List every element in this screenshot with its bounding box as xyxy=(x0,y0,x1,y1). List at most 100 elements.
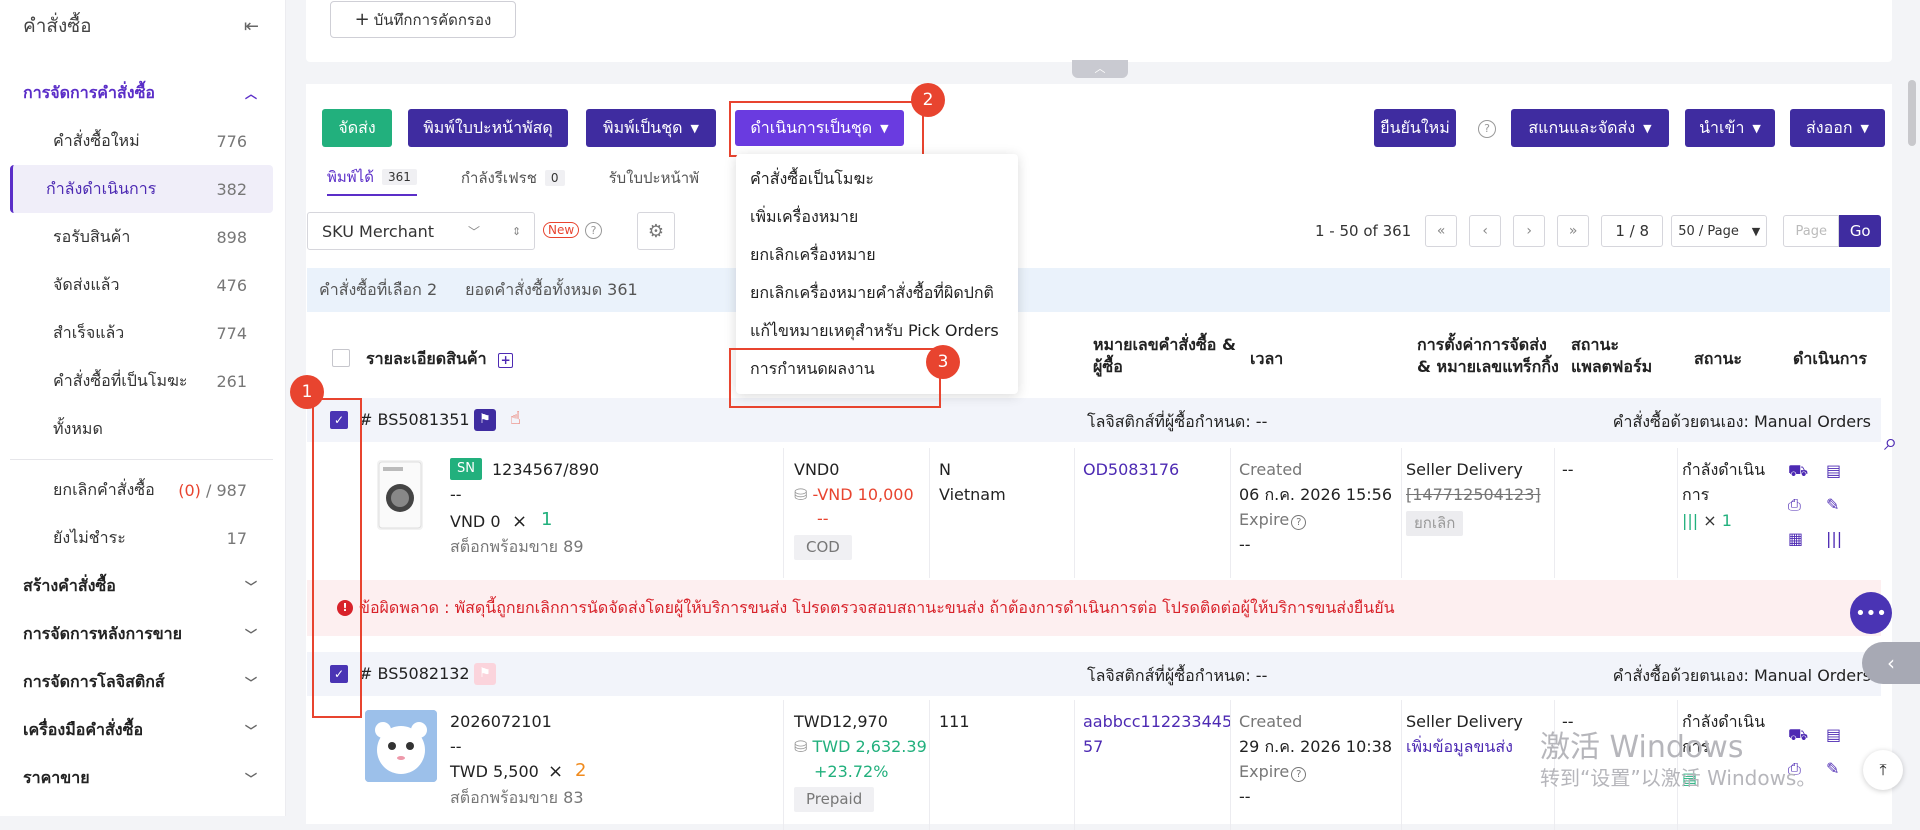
tab-refreshing[interactable]: กำลังรีเฟรช 0 xyxy=(461,160,565,196)
add-logistics-link[interactable]: เพิ่มข้อมูลขนส่ง xyxy=(1406,734,1513,759)
new-badge: New xyxy=(543,222,580,238)
reconfirm-button[interactable]: ยืนยันใหม่ xyxy=(1374,109,1456,147)
hand-icon[interactable]: ☝ xyxy=(510,408,521,429)
sku-merchant-select[interactable]: SKU Merchant ﹀ ⇕ xyxy=(307,212,535,250)
edit-document-icon[interactable]: ✎ xyxy=(1826,756,1839,781)
buyer-logistics: โลจิสติกส์ที่ผู้ซื้อกำหนด: -- xyxy=(1087,412,1268,431)
col-product: รายละเอียดสินค้า + xyxy=(366,348,514,370)
save-filter-button[interactable]: + บันทึกการคัดกรอง xyxy=(330,1,516,38)
sidebar-section-order-tools[interactable]: เครื่องมือคำสั่งซื้อ ﹀ xyxy=(0,706,285,754)
document-icon[interactable]: ▤ xyxy=(1826,722,1841,747)
chevron-down-icon: ﹀ xyxy=(244,771,257,786)
print-batch-button[interactable]: พิมพ์เป็นชุด ▼ xyxy=(586,109,716,147)
status-tabs: พิมพ์ได้ 361 กำลังรีเฟรช 0 รับใบปะหน้าพั xyxy=(327,160,743,196)
sidebar-item-unpaid[interactable]: ยังไม่ชำระ 17 xyxy=(10,514,273,562)
help-icon[interactable]: ? xyxy=(1291,767,1307,782)
edit-document-icon[interactable]: ✎ xyxy=(1826,492,1839,517)
gear-icon[interactable]: ⚙ xyxy=(637,212,675,250)
per-page-select[interactable]: 50 / Page ▼ xyxy=(1671,215,1768,247)
export-button[interactable]: ส่งออก ▼ xyxy=(1790,109,1885,147)
truck-icon[interactable]: ⛟ xyxy=(1788,458,1808,483)
tracking-number: [147712504123] xyxy=(1406,485,1541,504)
chevron-down-icon: ▼ xyxy=(1752,121,1761,135)
step-marker-2: 2 xyxy=(911,83,945,117)
help-icon[interactable]: ? xyxy=(1291,515,1307,530)
sidebar-section-create-order[interactable]: สร้างคำสั่งซื้อ ﹀ xyxy=(0,562,285,610)
printer-icon[interactable]: ⎙ xyxy=(1788,492,1801,517)
collapse-filter-tab[interactable]: ︿ xyxy=(1072,60,1128,78)
page-input[interactable]: Page xyxy=(1783,215,1840,247)
carrier: Seller Delivery xyxy=(1406,460,1523,479)
sidebar-item-processing[interactable]: กำลังดำเนินการ 382 xyxy=(10,165,273,213)
help-icon[interactable]: ? xyxy=(1478,120,1496,138)
sidebar-item-cancel-orders[interactable]: ยกเลิกคำสั่งซื้อ (0) / 987 xyxy=(10,466,273,514)
total-count: ยอดคำสั่งซื้อทั้งหมด 361 xyxy=(465,279,638,299)
import-button[interactable]: นำเข้า ▼ xyxy=(1685,109,1775,147)
sidebar-section-after-sales[interactable]: การจัดการหลังการขาย ﹀ xyxy=(0,610,285,658)
payment-badge: COD xyxy=(794,535,852,560)
chevron-down-icon: ▼ xyxy=(1643,121,1652,135)
menu-item-remove-abnormal-mark[interactable]: ยกเลิกเครื่องหมายคำสั่งซื้อที่ผิดปกติ xyxy=(736,274,1018,312)
flag-icon[interactable]: ⚑ xyxy=(474,409,496,431)
next-page-icon[interactable]: › xyxy=(1513,215,1546,247)
quantity: 1 xyxy=(541,509,553,530)
prev-page-icon[interactable]: ‹ xyxy=(1469,215,1502,247)
sidebar-item-completed[interactable]: สำเร็จแล้ว 774 xyxy=(10,309,273,357)
col-ship-setting: การตั้งค่าการจัดส่ง & หมายเลขแทร็กกิ้ง xyxy=(1417,335,1559,376)
sidebar-item-void[interactable]: คำสั่งซื้อที่เป็นโมฆะ 261 xyxy=(10,357,273,405)
chevron-left-icon[interactable]: ‹ xyxy=(1862,642,1920,684)
quantity: 2 xyxy=(575,760,587,781)
flag-icon[interactable]: ⚑ xyxy=(474,663,496,685)
sidebar-section-order-management[interactable]: การจัดการคำสั่งซื้อ ︿ xyxy=(0,69,285,117)
print-label-button[interactable]: พิมพ์ใบปะหน้าพัสดุ xyxy=(408,109,568,147)
back-to-top-icon[interactable]: ⤒ xyxy=(1863,750,1903,790)
order-id: # BS5081351 xyxy=(359,410,470,429)
highlight-box-1 xyxy=(312,398,362,718)
chat-icon[interactable]: ••• xyxy=(1850,592,1892,634)
sidebar-item-awaiting-pickup[interactable]: รอรับสินค้า 898 xyxy=(10,213,273,261)
chevron-down-icon: ﹀ xyxy=(244,723,257,738)
sidebar-header: คำสั่งซื้อ ⇤ xyxy=(0,0,285,52)
scan-ship-button[interactable]: สแกนและจัดส่ง ▼ xyxy=(1511,109,1669,147)
document-icon[interactable]: ▤ xyxy=(1826,458,1841,483)
menu-item-remove-mark[interactable]: ยกเลิกเครื่องหมาย xyxy=(736,236,1018,274)
sidebar-item-new-orders[interactable]: คำสั่งซื้อใหม่ 776 xyxy=(10,117,273,165)
step-marker-3: 3 xyxy=(926,345,960,379)
stock: สต็อกพร้อมขาย 83 xyxy=(450,788,584,807)
chevron-down-icon: ﹀ xyxy=(244,627,257,642)
expand-plus-icon[interactable]: + xyxy=(498,353,514,368)
tab-printable[interactable]: พิมพ์ได้ 361 xyxy=(327,160,417,196)
order-number-link[interactable]: aabbcc112233445 xyxy=(1083,709,1232,734)
sidebar-title: คำสั่งซื้อ xyxy=(23,15,92,37)
truck-icon[interactable]: ⛟ xyxy=(1788,722,1808,747)
barcode-icon[interactable]: ||| xyxy=(1826,526,1842,551)
last-page-icon[interactable]: » xyxy=(1557,215,1590,247)
select-all-checkbox[interactable] xyxy=(332,349,350,367)
help-icon[interactable]: ? xyxy=(585,222,602,239)
sidebar-section-pricing[interactable]: ราคาขาย ﹀ xyxy=(0,754,285,802)
go-button[interactable]: Go xyxy=(1839,215,1882,247)
windows-watermark-sub: 转到“设置”以激活 Windows。 xyxy=(1540,766,1817,790)
menu-item-edit-pick-note[interactable]: แก้ไขหมายเหตุสำหรับ Pick Orders xyxy=(736,312,1018,350)
scrollbar[interactable] xyxy=(1908,80,1916,146)
ship-button[interactable]: จัดส่ง xyxy=(322,109,392,147)
tab-get-label[interactable]: รับใบปะหน้าพั xyxy=(609,160,699,196)
collapse-menu-icon[interactable]: ⇤ xyxy=(244,16,259,37)
sidebar-item-all[interactable]: ทั้งหมด xyxy=(10,405,273,453)
first-page-icon[interactable]: « xyxy=(1425,215,1458,247)
platform-status: -- xyxy=(1562,460,1574,479)
buyer-country: Vietnam xyxy=(939,485,1006,504)
windows-watermark: 激活 Windows xyxy=(1540,730,1744,765)
product-image xyxy=(365,710,437,782)
invoice-icon[interactable]: ▦ xyxy=(1788,526,1803,551)
sidebar-item-shipped[interactable]: จัดส่งแล้ว 476 xyxy=(10,261,273,309)
product-image xyxy=(377,460,423,530)
col-actions: ดำเนินการ xyxy=(1793,349,1867,368)
sidebar-section-logistics[interactable]: การจัดการโลจิสติกส์ ﹀ xyxy=(0,658,285,706)
order-row-header: ✓ # BS5082132 ⚑ โลจิสติกส์ที่ผู้ซื้อกำหน… xyxy=(307,652,1881,696)
search-icon[interactable]: ⌕ xyxy=(1884,428,1897,456)
menu-item-void-order[interactable]: คำสั่งซื้อเป็นโมฆะ xyxy=(736,160,1018,198)
highlight-box-3 xyxy=(729,348,941,408)
menu-item-add-mark[interactable]: เพิ่มเครื่องหมาย xyxy=(736,198,1018,236)
order-number-link[interactable]: OD5083176 xyxy=(1083,457,1179,482)
